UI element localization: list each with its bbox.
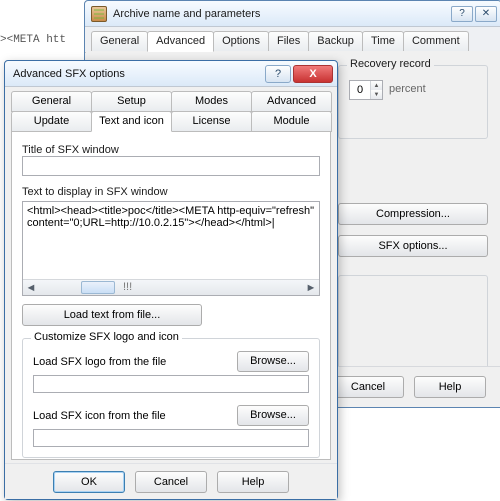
parent-cancel-button[interactable]: Cancel [332, 376, 404, 398]
scroll-tick-mark: !!! [123, 281, 132, 293]
parent-window-title: Archive name and parameters [113, 8, 449, 20]
tab-comment[interactable]: Comment [403, 31, 469, 52]
ok-button[interactable]: OK [53, 471, 125, 493]
recovery-percent-input[interactable] [350, 81, 370, 99]
winrar-icon [91, 6, 107, 22]
tab-options[interactable]: Options [213, 31, 269, 52]
parent-help-button[interactable]: ? [451, 6, 473, 22]
load-text-from-file-button[interactable]: Load text from file... [22, 304, 202, 326]
recovery-record-group: Recovery record ▲ ▼ percent [338, 65, 488, 139]
tab-time[interactable]: Time [362, 31, 404, 52]
parent-help-button-footer[interactable]: Help [414, 376, 486, 398]
sfx-options-button[interactable]: SFX options... [338, 235, 488, 257]
dialog-footer: OK Cancel Help [5, 463, 337, 499]
logo-path-input[interactable] [33, 375, 309, 393]
sfx-text-hscrollbar[interactable]: ◄ !!! ► [23, 279, 319, 295]
scroll-left-icon[interactable]: ◄ [23, 280, 39, 296]
sfx-title-input[interactable] [22, 156, 320, 176]
browse-icon-button[interactable]: Browse... [237, 405, 309, 426]
parent-close-button[interactable]: ✕ [475, 6, 497, 22]
parent-tabstrip: General Advanced Options Files Backup Ti… [85, 27, 500, 53]
sfx-tab-modes[interactable]: Modes [171, 91, 252, 112]
sfx-tab-advanced[interactable]: Advanced [251, 91, 332, 112]
sfx-tab-license[interactable]: License [171, 111, 252, 132]
dialog-body: General Setup Modes Advanced Update Text… [11, 91, 331, 463]
dialog-titlebar[interactable]: Advanced SFX options ? X [5, 61, 337, 87]
tab-general[interactable]: General [91, 31, 148, 52]
sfx-text-area[interactable] [23, 202, 319, 276]
sfx-tab-setup[interactable]: Setup [91, 91, 172, 112]
spinner-arrows[interactable]: ▲ ▼ [370, 81, 382, 99]
sfx-tab-text-and-icon[interactable]: Text and icon [91, 111, 172, 132]
load-icon-label: Load SFX icon from the file [33, 410, 229, 422]
tab-files[interactable]: Files [268, 31, 309, 52]
parent-titlebar[interactable]: Archive name and parameters ? ✕ [85, 1, 500, 27]
recovery-record-label: Recovery record [347, 58, 434, 70]
advanced-sfx-options-dialog: Advanced SFX options ? X General Setup M… [4, 60, 338, 500]
sfx-text-label: Text to display in SFX window [22, 186, 320, 198]
sfx-text-area-wrap: ◄ !!! ► [22, 201, 320, 296]
side-empty-group [338, 275, 488, 369]
spinner-up-icon[interactable]: ▲ [371, 81, 382, 90]
scroll-right-icon[interactable]: ► [303, 280, 319, 296]
recovery-unit-label: percent [389, 83, 426, 95]
browse-logo-button[interactable]: Browse... [237, 351, 309, 372]
help-button[interactable]: Help [217, 471, 289, 493]
sfx-tab-update[interactable]: Update [11, 111, 92, 132]
dialog-tabs-row2: Update Text and icon License Module [11, 111, 331, 132]
dialog-tabs-row1: General Setup Modes Advanced [11, 91, 331, 112]
background-code-snippet: ><META htt [0, 34, 66, 46]
tab-advanced[interactable]: Advanced [147, 31, 214, 52]
load-logo-label: Load SFX logo from the file [33, 356, 229, 368]
tabpage-text-and-icon: Title of SFX window Text to display in S… [11, 132, 331, 460]
sfx-tab-module[interactable]: Module [251, 111, 332, 132]
sfx-title-label: Title of SFX window [22, 144, 320, 156]
scroll-thumb[interactable] [81, 281, 115, 294]
sfx-tab-general[interactable]: General [11, 91, 92, 112]
tab-backup[interactable]: Backup [308, 31, 363, 52]
compression-button[interactable]: Compression... [338, 203, 488, 225]
cancel-button[interactable]: Cancel [135, 471, 207, 493]
dialog-close-button[interactable]: X [293, 65, 333, 83]
spinner-down-icon[interactable]: ▼ [371, 90, 382, 99]
customize-logo-icon-group: Customize SFX logo and icon Load SFX log… [22, 338, 320, 458]
customize-group-label: Customize SFX logo and icon [31, 331, 182, 343]
dialog-help-button[interactable]: ? [265, 65, 291, 83]
recovery-percent-spinner[interactable]: ▲ ▼ [349, 80, 383, 100]
dialog-title: Advanced SFX options [13, 68, 265, 80]
icon-path-input[interactable] [33, 429, 309, 447]
